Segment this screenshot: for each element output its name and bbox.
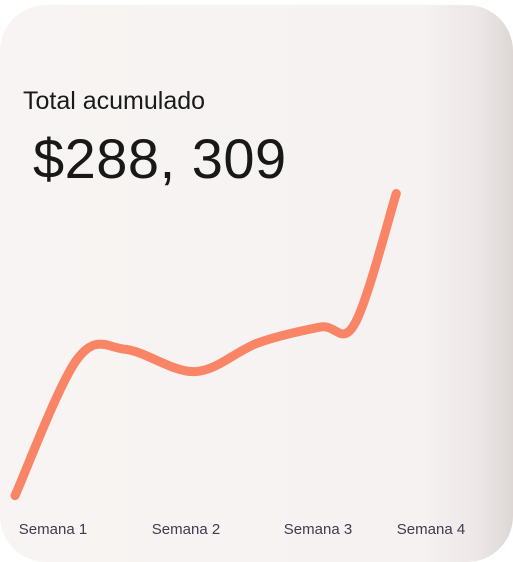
x-tick-label: Semana 2 xyxy=(152,521,220,538)
series-layer xyxy=(10,189,401,501)
line-chart: Semana 1 Semana 2 Semana 3 Semana 4 xyxy=(10,189,465,538)
x-tick-label: Semana 1 xyxy=(19,521,87,538)
x-axis-ticks: Semana 1 Semana 2 Semana 3 Semana 4 xyxy=(19,521,465,538)
x-tick-label: Semana 3 xyxy=(284,521,352,538)
x-tick-label: Semana 4 xyxy=(397,521,465,538)
series-line-1 xyxy=(10,189,401,501)
